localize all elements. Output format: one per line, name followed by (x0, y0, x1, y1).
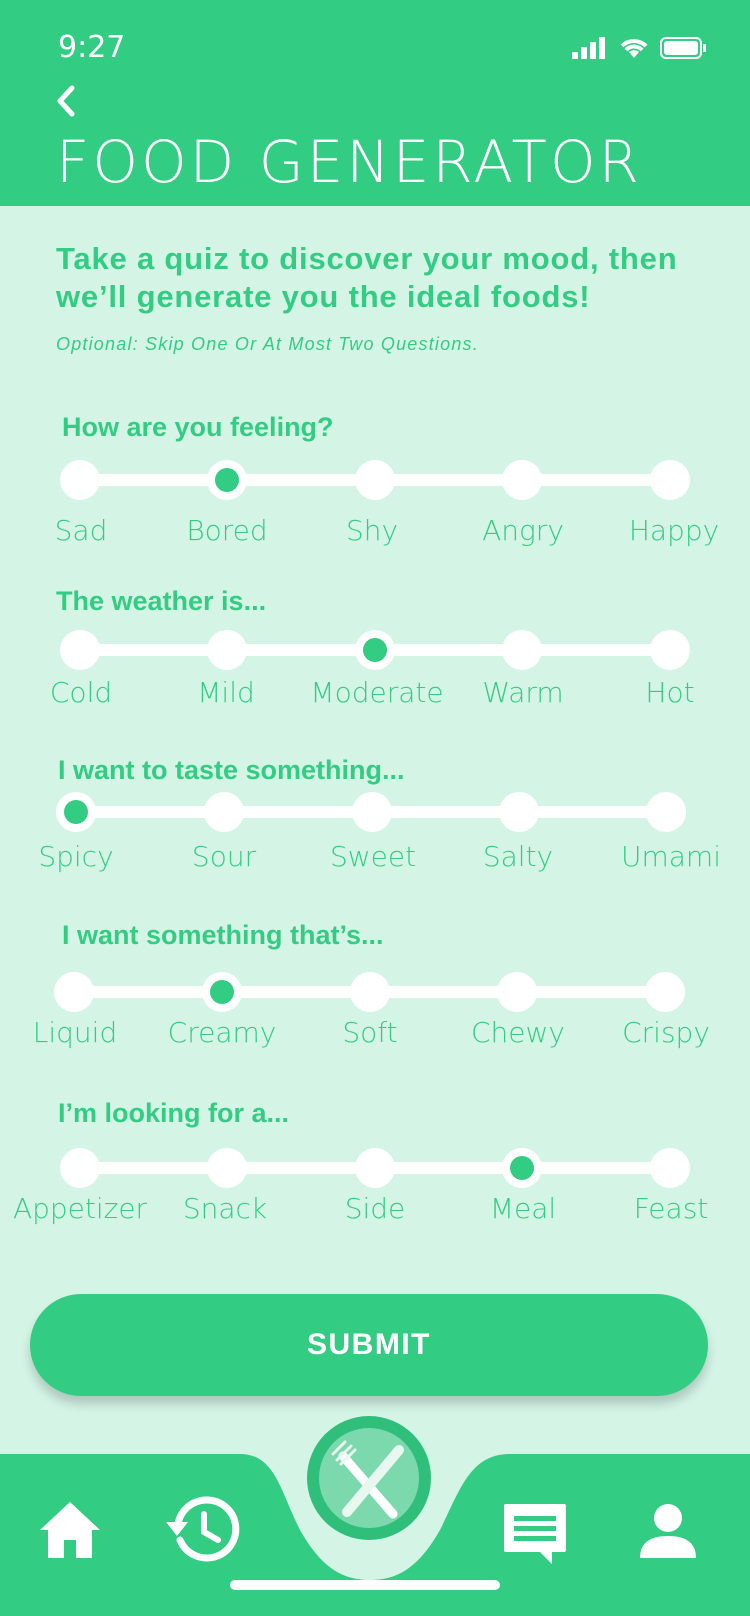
option-dot-happy[interactable] (650, 460, 690, 500)
question-label: I want to taste something... (58, 755, 405, 785)
option-label: Angry (482, 514, 564, 547)
submit-button[interactable]: SUBMIT (30, 1294, 708, 1396)
option-dot-side[interactable] (355, 1148, 395, 1188)
option-dot-liquid[interactable] (54, 972, 94, 1012)
option-dot-warm[interactable] (502, 630, 542, 670)
option-dot-mild[interactable] (207, 630, 247, 670)
option-label: Chewy (471, 1016, 565, 1049)
page-title: FOOD GENERATOR (56, 128, 642, 196)
tab-messages[interactable] (502, 1502, 568, 1571)
option-label: Moderate (310, 676, 444, 709)
option-label: Appetizer (12, 1192, 148, 1225)
option-label: Bored (186, 514, 268, 547)
option-label: Sweet (329, 840, 417, 873)
optional-note: Optional: Skip One Or At Most Two Questi… (56, 334, 479, 354)
intro-line-1: Take a quiz to discover your mood, then (56, 241, 678, 276)
question-label: How are you feeling? (62, 412, 334, 442)
option-label: Umami (621, 840, 721, 873)
option-label: Side (344, 1192, 406, 1225)
option-label: Hot (645, 676, 695, 709)
option-dot-moderate[interactable] (355, 630, 395, 670)
question-label: I’m looking for a... (58, 1098, 290, 1128)
signal-icon (572, 37, 605, 59)
home-icon (40, 1502, 100, 1558)
profile-icon (640, 1504, 696, 1558)
intro-text: Take a quiz to discover your mood, then … (56, 240, 716, 316)
option-label: Snack (182, 1192, 268, 1225)
option-label: Happy (628, 514, 720, 547)
tab-home[interactable] (38, 1500, 102, 1565)
option-dot-bored[interactable] (207, 460, 247, 500)
option-label: Meal (489, 1192, 557, 1225)
option-dot-shy[interactable] (355, 460, 395, 500)
back-chevron-icon[interactable] (52, 84, 80, 118)
option-dot-cold[interactable] (60, 630, 100, 670)
tab-profile[interactable] (638, 1502, 698, 1565)
wifi-icon (620, 39, 648, 58)
option-label: Feast (633, 1192, 709, 1225)
chat-icon (504, 1504, 566, 1564)
option-label: Warm (482, 676, 564, 709)
option-dot-salty[interactable] (499, 792, 539, 832)
tab-history[interactable] (166, 1494, 240, 1569)
option-dot-hot[interactable] (650, 630, 690, 670)
history-icon (166, 1496, 240, 1562)
option-label: Creamy (167, 1016, 277, 1049)
option-label: Cold (49, 676, 113, 709)
option-label: Soft (342, 1016, 398, 1049)
option-dot-snack[interactable] (207, 1148, 247, 1188)
option-dot-appetizer[interactable] (60, 1148, 100, 1188)
intro-line-2: we’ll generate you the ideal foods! (56, 279, 591, 314)
question-label: The weather is... (56, 586, 267, 616)
option-label: Shy (345, 514, 399, 547)
option-dot-chewy[interactable] (497, 972, 537, 1012)
status-time: 9:27 (58, 30, 126, 65)
option-label: Sour (191, 840, 257, 873)
option-label: Spicy (38, 840, 114, 873)
fork-knife-tab[interactable] (307, 1416, 431, 1540)
option-label: Liquid (32, 1016, 118, 1049)
option-dot-feast[interactable] (650, 1148, 690, 1188)
header: 9:27 FOOD GENERATOR (0, 0, 750, 206)
home-indicator (230, 1580, 500, 1590)
option-label: Crispy (622, 1016, 710, 1049)
option-dot-angry[interactable] (502, 460, 542, 500)
option-label: Mild (197, 676, 255, 709)
option-dot-spicy[interactable] (56, 792, 96, 832)
option-dot-sweet[interactable] (352, 792, 392, 832)
question-label: I want something that’s... (62, 920, 384, 950)
option-dot-sour[interactable] (204, 792, 244, 832)
option-label: Salty (482, 840, 554, 873)
option-dot-meal[interactable] (502, 1148, 542, 1188)
option-dot-sad[interactable] (60, 460, 100, 500)
option-label: Sad (54, 514, 108, 547)
option-dot-umami[interactable] (646, 792, 686, 832)
option-dot-creamy[interactable] (202, 972, 242, 1012)
option-dot-soft[interactable] (350, 972, 390, 1012)
option-dot-crispy[interactable] (645, 972, 685, 1012)
fork-knife-icon (319, 1428, 419, 1528)
battery-icon (660, 37, 706, 59)
status-icons (572, 36, 708, 60)
